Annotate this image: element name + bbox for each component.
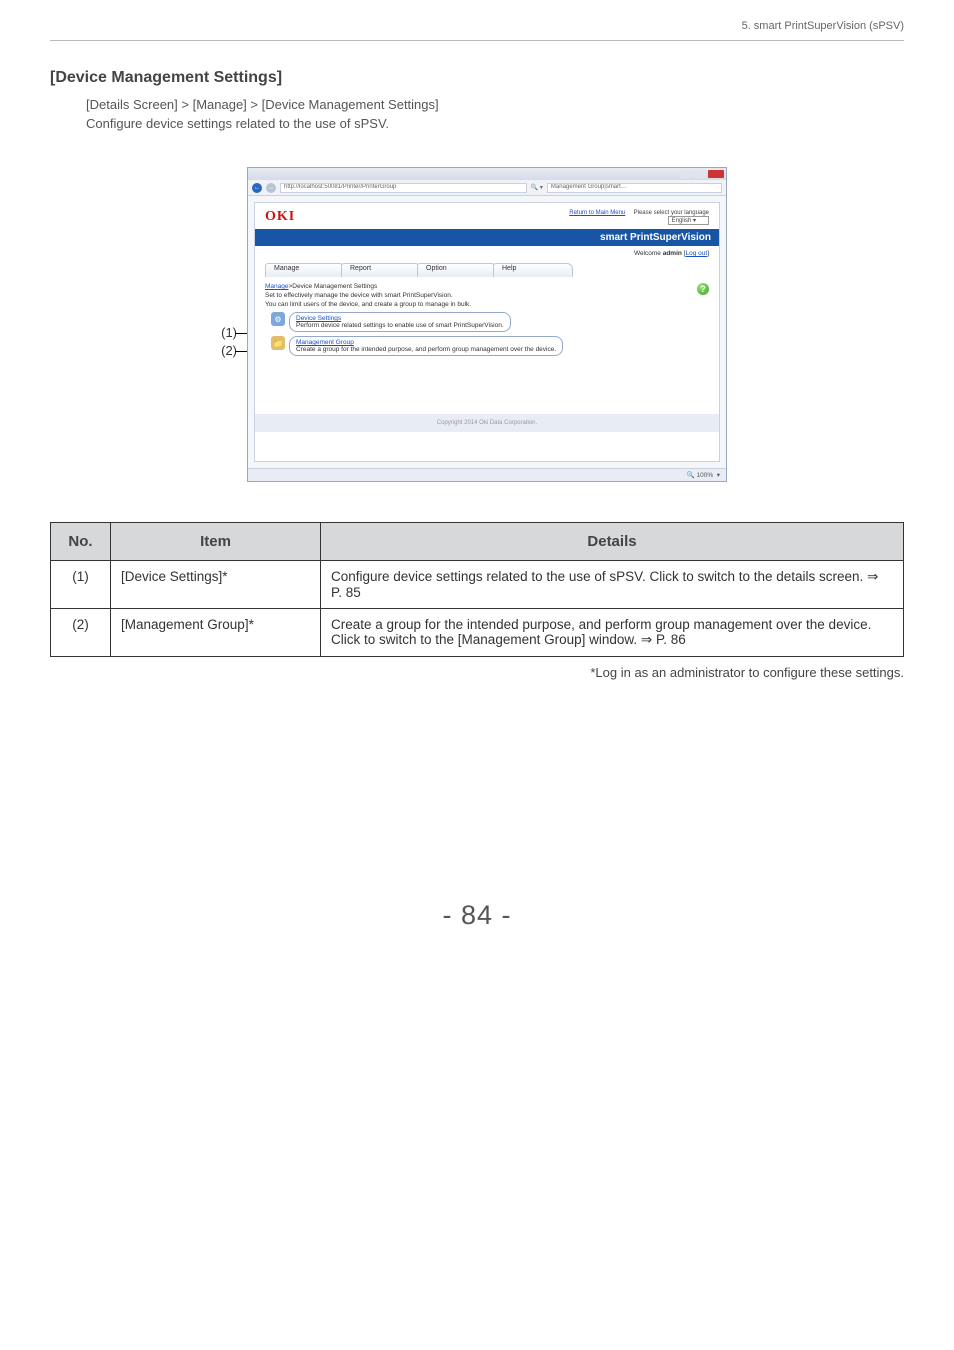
tab-manage[interactable]: Manage <box>265 263 345 277</box>
oki-logo: OKI <box>265 209 295 225</box>
close-icon[interactable] <box>708 170 724 178</box>
screenshot-figure: (1) (2) ← → http://localhost:50081/Print… <box>197 167 757 482</box>
menu-tabs: Manage Report Option Help <box>255 261 719 283</box>
callout-label-1: (1) <box>197 325 237 340</box>
window-titlebar <box>248 168 726 180</box>
cell-item: [Management Group]* <box>111 609 321 657</box>
chapter-header: 5. smart PrintSuperVision (sPSV) <box>50 20 904 32</box>
browser-window: ← → http://localhost:50081/Printer/Print… <box>247 167 727 482</box>
header-rule <box>50 40 904 41</box>
minimize-icon[interactable] <box>680 170 692 178</box>
col-header-item: Item <box>111 523 321 561</box>
search-hint: 🔍 ▾ <box>531 184 543 191</box>
col-header-details: Details <box>321 523 904 561</box>
mgmt-desc-2: You can limit users of the device, and c… <box>265 301 709 308</box>
details-table: No. Item Details (1) [Device Settings]* … <box>50 522 904 657</box>
callout-label-2: (2) <box>197 343 237 358</box>
cell-no: (2) <box>51 609 111 657</box>
language-select[interactable]: English ▾ <box>668 216 709 225</box>
mgmt-desc-1: Set to effectively manage the device wit… <box>265 292 709 299</box>
help-icon[interactable]: ? <box>697 283 709 295</box>
intro-paragraph: Configure device settings related to the… <box>86 116 904 131</box>
forward-icon[interactable]: → <box>266 183 276 193</box>
table-row: (1) [Device Settings]* Configure device … <box>51 561 904 609</box>
address-bar: ← → http://localhost:50081/Printer/Print… <box>248 180 726 196</box>
cell-details: Configure device settings related to the… <box>321 561 904 609</box>
app-banner: smart PrintSuperVision <box>255 229 719 246</box>
device-settings-icon: ⚙ <box>271 312 285 326</box>
tab-help[interactable]: Help <box>493 263 573 277</box>
page-number: - 84 - <box>50 900 904 931</box>
logout-link[interactable]: Log out <box>686 250 708 257</box>
management-group-desc: Create a group for the intended purpose,… <box>296 346 556 353</box>
device-settings-link[interactable]: Device Settings <box>296 315 341 322</box>
management-group-link[interactable]: Management Group <box>296 339 354 346</box>
tab-report[interactable]: Report <box>341 263 421 277</box>
back-icon[interactable]: ← <box>252 183 262 193</box>
copyright-text: Copyright 2014 Oki Data Corporation. <box>255 414 719 432</box>
tab-title: Management Group|smart… <box>547 183 722 193</box>
zoom-indicator: 🔍 100% ▾ <box>248 468 726 481</box>
maximize-icon[interactable] <box>694 170 706 178</box>
management-group-row: 📁 Management Group Create a group for th… <box>271 336 709 356</box>
footnote-text: *Log in as an administrator to configure… <box>50 665 904 680</box>
welcome-row: Welcome admin [Log out] <box>255 246 719 261</box>
section-heading: [Device Management Settings] <box>50 69 904 87</box>
tab-option[interactable]: Option <box>417 263 497 277</box>
device-settings-desc: Perform device related settings to enabl… <box>296 322 504 329</box>
col-header-no: No. <box>51 523 111 561</box>
url-input[interactable]: http://localhost:50081/Printer/PrinterGr… <box>280 183 527 193</box>
table-row: (2) [Management Group]* Create a group f… <box>51 609 904 657</box>
device-settings-row: ⚙ Device Settings Perform device related… <box>271 312 709 332</box>
breadcrumb-line: [Details Screen] > [Manage] > [Device Ma… <box>86 97 904 112</box>
breadcrumb: Manage>Device Management Settings <box>265 283 709 290</box>
cell-no: (1) <box>51 561 111 609</box>
return-main-link[interactable]: Return to Main Menu <box>569 210 625 216</box>
cell-details: Create a group for the intended purpose,… <box>321 609 904 657</box>
cell-item: [Device Settings]* <box>111 561 321 609</box>
page-body: OKI Return to Main Menu Please select yo… <box>254 202 720 462</box>
management-group-icon: 📁 <box>271 336 285 350</box>
breadcrumb-manage[interactable]: Manage <box>265 283 289 290</box>
